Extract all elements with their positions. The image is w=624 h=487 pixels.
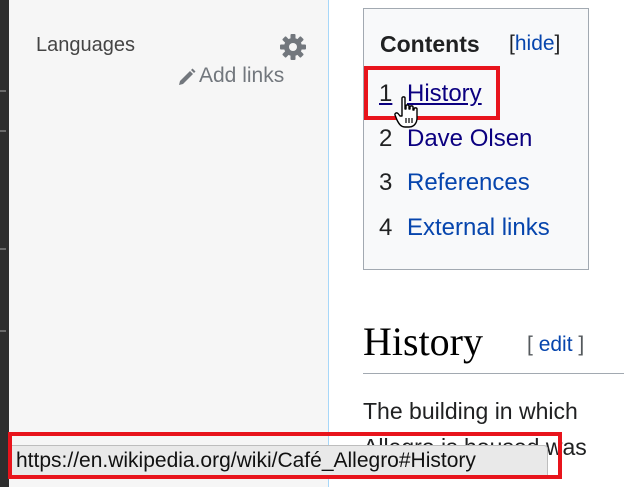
toc-hide-link[interactable]: hide [515, 32, 555, 55]
edge-tick [0, 130, 6, 132]
hand-pointer-icon [394, 96, 420, 135]
edit-section-link[interactable]: edit [539, 333, 573, 356]
toc-item-number: 4 [379, 214, 393, 241]
gear-icon[interactable] [278, 32, 308, 62]
edge-tick [0, 248, 6, 250]
section-heading-history: History [363, 319, 483, 364]
toc-link-external-links[interactable]: External links [407, 214, 550, 241]
edge-tick [0, 90, 6, 92]
toc-item-number: 3 [379, 169, 393, 196]
add-links-link[interactable]: Add links [177, 64, 284, 88]
edit-close-bracket: ] [578, 333, 585, 356]
pencil-icon [179, 68, 196, 85]
toc-toggle-close-bracket: ] [554, 32, 561, 55]
toc-toggle: [hide] [509, 32, 560, 56]
edit-open-bracket: [ [527, 333, 533, 356]
languages-heading: Languages [36, 34, 135, 56]
toc-link-references[interactable]: References [407, 169, 530, 196]
edge-tick [0, 330, 6, 332]
toc-link-dave-olsen[interactable]: Dave Olsen [407, 125, 532, 152]
highlight-box-toc-history [364, 66, 500, 120]
paragraph-line: The building in which [363, 398, 578, 424]
left-window-edge [0, 0, 9, 487]
toc-title: Contents [380, 31, 480, 57]
highlight-box-status-url [8, 432, 562, 479]
toc-item-references[interactable]: 3 References [379, 169, 530, 197]
sidebar-border [328, 0, 329, 487]
toc-item-external-links[interactable]: 4 External links [379, 214, 550, 242]
add-links-label: Add links [199, 64, 285, 87]
heading-divider [363, 373, 624, 374]
table-of-contents: Contents [hide] 1 History 2 Dave Olsen 3 Re… [363, 8, 589, 270]
edit-section: [ edit ] [527, 333, 584, 357]
